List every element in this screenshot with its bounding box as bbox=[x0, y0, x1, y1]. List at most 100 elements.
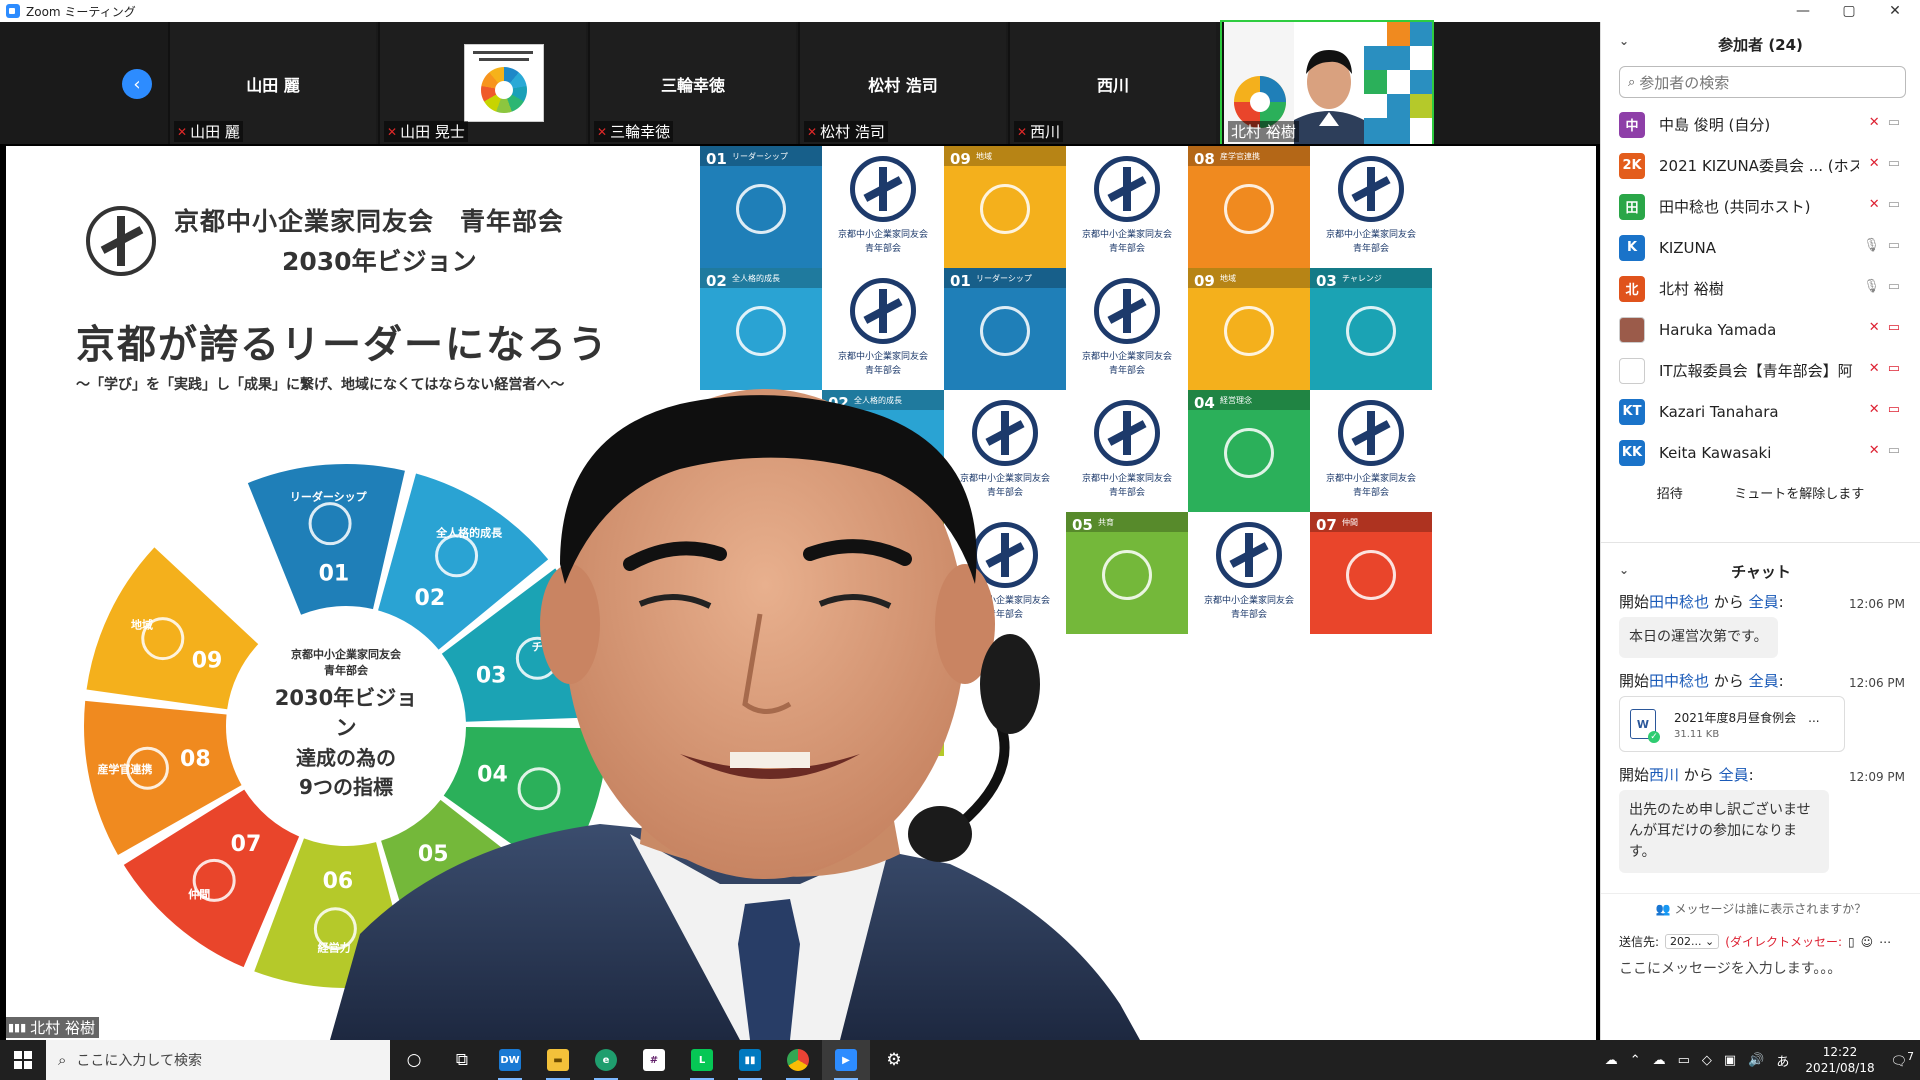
video-camera-icon[interactable]: ▭ bbox=[1888, 115, 1900, 130]
video-strip: ‹ 山田 麗 ✕ 山田 麗 ✕ 山田 晃士 三輪幸徳 ✕ 三輪幸徳 松村 浩司 ✕ 松村… bbox=[0, 20, 1600, 146]
app-icon[interactable]: DW bbox=[486, 1040, 534, 1080]
chat-file-attachment[interactable]: W ✓ 2021年度8月昼食例会 ... 31.11 KB bbox=[1619, 696, 1845, 752]
network-icon[interactable]: ▭ bbox=[1672, 1053, 1696, 1068]
participant-row[interactable]: 2K2021 KIZUNA委員会 ... (ホスト)✕▭ bbox=[1601, 145, 1920, 186]
grid-logo-cell: 京都中小企業家同友会 青年部会 bbox=[822, 268, 944, 390]
microphone-muted-icon[interactable]: ✕ bbox=[1869, 156, 1880, 171]
video-camera-icon[interactable]: ▭ bbox=[1888, 238, 1900, 253]
who-can-see-link[interactable]: 👥 メッセージは誰に表示されますか？ bbox=[1601, 893, 1920, 923]
indicator-label: 全人格的成長 bbox=[732, 274, 780, 283]
video-off-icon[interactable]: ▭ bbox=[1888, 320, 1900, 335]
logo-caption: 京都中小企業家同友会 青年部会 bbox=[1066, 472, 1188, 500]
indicator-label: 経営理念 bbox=[1220, 396, 1252, 405]
send-to-dropdown[interactable]: 202... ⌄ bbox=[1665, 934, 1720, 949]
participant-row[interactable]: KT Kazari Tanahara ✕ ▭ bbox=[1601, 391, 1920, 432]
video-camera-icon[interactable]: ▭ bbox=[1888, 197, 1900, 212]
cloud-icon[interactable]: ☁ bbox=[1647, 1053, 1672, 1068]
taskbar-clock[interactable]: 12:22 2021/08/18 bbox=[1795, 1044, 1884, 1076]
indicator-label: 全人格的成長 bbox=[854, 396, 902, 405]
volume-icon[interactable]: 🔊 bbox=[1742, 1053, 1770, 1068]
direct-message-label: (ダイレクトメッセー: bbox=[1725, 935, 1842, 949]
video-off-icon[interactable]: ▭ bbox=[1888, 361, 1900, 376]
video-tile[interactable]: 山田 麗 ✕ 山田 麗 bbox=[168, 22, 376, 144]
microphone-muted-icon[interactable]: ✕ bbox=[1869, 197, 1880, 212]
video-camera-icon[interactable]: ▭ bbox=[1888, 279, 1900, 294]
logo-caption-line: 京都中小企業家同友会 bbox=[1203, 596, 1294, 606]
logo-caption-line: 京都中小企業家同友会 bbox=[959, 596, 1050, 606]
msg-sender[interactable]: 西川 bbox=[1649, 766, 1679, 784]
video-tile[interactable]: 松村 浩司 ✕ 松村 浩司 bbox=[798, 22, 1006, 144]
previous-page-button[interactable]: ‹ bbox=[122, 69, 152, 99]
cortana-icon[interactable]: ○ bbox=[390, 1040, 438, 1080]
participant-row[interactable]: 中中島 俊明 (自分) ✕ ▭ bbox=[1601, 104, 1920, 145]
notification-icon[interactable]: 🗨7 bbox=[1885, 1050, 1920, 1069]
logo-caption: 京都中小企業家同友会 青年部会 bbox=[1066, 228, 1188, 256]
microphone-muted-icon[interactable]: ✕ bbox=[1869, 443, 1880, 458]
minimize-button[interactable]: — bbox=[1780, 0, 1826, 22]
maximize-button[interactable]: ▢ bbox=[1826, 0, 1872, 22]
chevron-up-icon[interactable]: ⌃ bbox=[1624, 1053, 1647, 1068]
microphone-icon[interactable]: 🎙 bbox=[1863, 238, 1880, 253]
msg-sender[interactable]: 田中稔也 bbox=[1649, 593, 1709, 611]
microphone-muted-icon[interactable]: ✕ bbox=[1869, 402, 1880, 417]
chevron-down-icon[interactable]: ⌄ bbox=[1619, 563, 1629, 577]
logo-caption-line: 青年部会 bbox=[864, 244, 901, 254]
logo-caption-line: 青年部会 bbox=[1108, 488, 1145, 498]
chat-message-bubble: 本日の運営次第です。 bbox=[1619, 617, 1778, 658]
video-tile[interactable]: 三輪幸徳 ✕ 三輪幸徳 bbox=[588, 22, 796, 144]
display-icon[interactable]: ▣ bbox=[1718, 1053, 1742, 1068]
chrome-icon[interactable] bbox=[774, 1040, 822, 1080]
dropbox-icon[interactable]: ◇ bbox=[1696, 1053, 1718, 1068]
microphone-muted-icon[interactable]: ✕ bbox=[1869, 320, 1880, 335]
unmute-all-button[interactable]: ミュートを解除します bbox=[1734, 483, 1864, 502]
file-explorer-icon[interactable]: ▬ bbox=[534, 1040, 582, 1080]
active-speaker-tile[interactable]: 北村 裕樹 bbox=[1220, 20, 1434, 146]
msg-recipient[interactable]: 全員 bbox=[1749, 593, 1779, 611]
tile-center-name: 西川 bbox=[1096, 76, 1129, 95]
microphone-muted-icon[interactable]: ✕ bbox=[1869, 361, 1880, 376]
zoom-icon[interactable]: ▶ bbox=[822, 1040, 870, 1080]
participant-row[interactable]: Haruka Yamada ✕ ▭ bbox=[1601, 309, 1920, 350]
video-camera-icon[interactable]: ▭ bbox=[1888, 156, 1900, 171]
ime-indicator[interactable]: あ bbox=[1770, 1051, 1795, 1070]
chat-message-input[interactable]: ここにメッセージを入力します。。。 bbox=[1601, 950, 1920, 986]
slack-icon[interactable]: # bbox=[630, 1040, 678, 1080]
participant-row[interactable]: 北北村 裕樹 🎙 ▭ bbox=[1601, 268, 1920, 309]
microphone-icon[interactable]: 🎙 bbox=[1863, 279, 1880, 294]
close-button[interactable]: ✕ bbox=[1872, 0, 1918, 22]
settings-gear-icon[interactable]: ⚙ bbox=[870, 1040, 918, 1080]
video-camera-icon[interactable]: ▭ bbox=[1888, 443, 1900, 458]
video-tile[interactable]: ✕ 山田 晃士 bbox=[378, 22, 586, 144]
participant-row[interactable]: IT広報委員会【青年部会】阿 ✕ ▭ bbox=[1601, 350, 1920, 391]
microphone-muted-icon[interactable]: ✕ bbox=[1869, 115, 1880, 130]
msg-recipient[interactable]: 全員 bbox=[1749, 672, 1779, 690]
logo-caption-line: 京都中小企業家同友会 bbox=[715, 718, 806, 728]
line-icon[interactable]: L bbox=[678, 1040, 726, 1080]
chevron-down-icon[interactable]: ⌄ bbox=[1619, 34, 1629, 48]
msg-sender[interactable]: 田中稔也 bbox=[1649, 672, 1709, 690]
participant-row[interactable]: K KIZUNA 🎙 ▭ bbox=[1601, 227, 1920, 268]
start-button[interactable] bbox=[0, 1040, 46, 1080]
participant-name: Keita Kawasaki bbox=[1659, 443, 1772, 462]
participant-status-icons: ✕ ▭ bbox=[1869, 197, 1900, 212]
emoji-icon[interactable]: ☺ bbox=[1861, 935, 1874, 949]
participant-row[interactable]: 田田中稔也 (共同ホスト) ✕ ▭ bbox=[1601, 186, 1920, 227]
task-view-icon[interactable]: ⧉ bbox=[438, 1040, 486, 1080]
invite-button[interactable]: 招待 bbox=[1657, 483, 1683, 502]
check-icon: ✓ bbox=[1648, 731, 1660, 743]
file-icon[interactable]: ▯ bbox=[1848, 935, 1855, 949]
participant-search-input[interactable]: ⌕ 参加者の検索 bbox=[1619, 66, 1906, 98]
weather-icon[interactable]: ☁ bbox=[1599, 1053, 1624, 1068]
msg-recipient[interactable]: 全員 bbox=[1719, 766, 1749, 784]
participant-name: 北村 裕樹 bbox=[1659, 280, 1724, 298]
grid-indicator-cell: 09 地域 bbox=[1188, 268, 1310, 390]
video-tile[interactable]: 西川 ✕ 西川 bbox=[1008, 22, 1216, 144]
taskbar-search[interactable]: ⌕ ここに入力して検索 bbox=[46, 1040, 390, 1080]
msg-prefix: 開始 bbox=[1619, 593, 1650, 611]
participant-row[interactable]: KK Keita Kawasaki ✕ ▭ bbox=[1601, 432, 1920, 473]
more-icon[interactable]: ⋯ bbox=[1879, 935, 1891, 949]
edge-icon[interactable]: e bbox=[582, 1040, 630, 1080]
wheel-center-line: 2030年ビジョン bbox=[274, 686, 418, 740]
trello-icon[interactable]: ▮▮ bbox=[726, 1040, 774, 1080]
video-off-icon[interactable]: ▭ bbox=[1888, 402, 1900, 417]
